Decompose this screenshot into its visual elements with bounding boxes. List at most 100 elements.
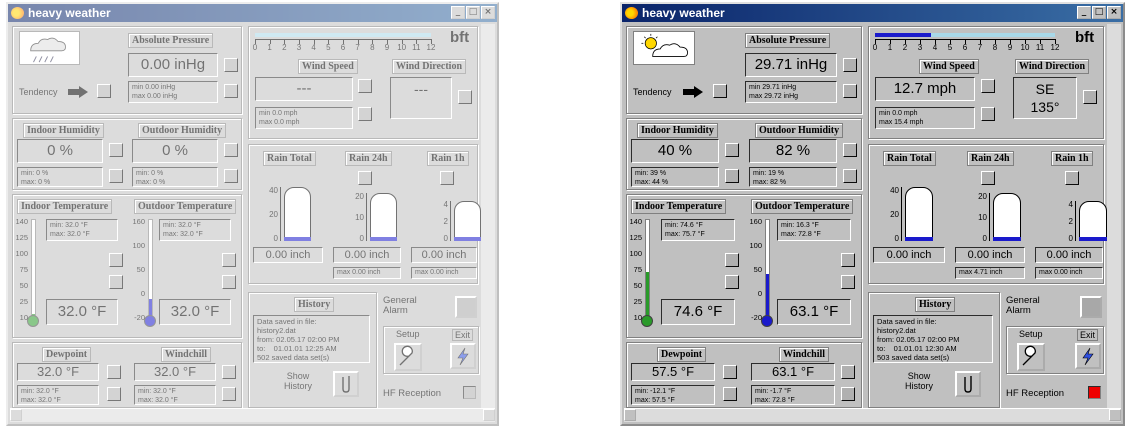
title-bar[interactable]: heavy weather _ □ × [8,4,497,22]
general-alarm-button[interactable] [455,296,477,318]
rain-1h-tick-label: 0 [1068,234,1073,243]
close-icon[interactable]: × [481,6,495,19]
outdoor-temp-tick-label: 160 [749,217,762,226]
rain-24h-max: max 4.71 inch [955,267,1025,279]
show-history-button[interactable] [333,371,359,397]
wind-panel: 0 1 2 3 4 5 6 7 8 9 10 11 12 bft Wind Speed Wind Direct… [868,26,1104,139]
wind-direction-alarm-button[interactable] [1083,90,1097,104]
rain-1h-alarm-button[interactable] [440,171,454,185]
indoor-temperature-alarm-button[interactable] [725,253,739,267]
exit-label: Exit [452,329,474,341]
rain-24h-gauge-fill [370,237,397,241]
wrench-icon [1022,345,1036,366]
scroll-left-arrow[interactable] [624,409,636,421]
history-line1: Data saved in file: [877,317,937,326]
pressure-alarm-button[interactable] [843,58,857,72]
indoor-humidity-alarm-button[interactable] [109,143,123,157]
bft-tick-label: 2 [282,43,287,52]
wind-speed-label: Wind Speed [298,59,358,74]
hf-reception-label: HF Reception [1006,388,1065,399]
dewpoint-minmax-button[interactable] [107,387,121,401]
bft-level-fill [875,33,931,37]
rain-24h-label: Rain 24h [345,151,392,166]
indoor-humidity-minmax-button[interactable] [725,169,739,183]
general-alarm-label: General Alarm [383,295,417,316]
window-controls: _ □ × [451,6,495,19]
maximize-icon[interactable]: □ [1092,6,1106,19]
indoor-humidity-minmax-button[interactable] [109,169,123,183]
maximize-icon[interactable]: □ [466,6,480,19]
rain-total-tick-label: 20 [890,210,899,219]
windchill-alarm-button[interactable] [841,365,855,379]
setup-button[interactable] [394,343,422,371]
bft-tick-label: 3 [296,43,302,52]
minimize-icon[interactable]: _ [451,6,465,19]
outdoor-humidity-alarm-button[interactable] [224,143,238,157]
vertical-scrollbar[interactable] [1107,24,1121,408]
windchill-minmax-button[interactable] [841,387,855,401]
wind-speed-min: min 0.0 mph [879,110,918,117]
indoor-temp-tick-label: 100 [15,249,28,258]
indoor-humidity-max: max: 0 % [21,179,51,186]
scroll-right-arrow[interactable] [1109,409,1121,421]
outdoor-humidity-min: min: 0 % [136,170,164,177]
wind-speed-value: --- [255,77,353,101]
general-alarm-button[interactable] [1080,296,1102,318]
rain-24h-alarm-button[interactable] [358,171,372,185]
indoor-temperature-minmax-button[interactable] [725,275,739,289]
dewpoint-alarm-button[interactable] [723,365,737,379]
outdoor-temperature-minmax-button[interactable] [841,275,855,289]
indoor-temperature-minmax-button[interactable] [109,275,123,289]
windchill-minmax-button[interactable] [222,387,236,401]
title-bar[interactable]: heavy weather _ □ × [622,4,1123,22]
outdoor-temperature-minmax-button[interactable] [222,275,236,289]
rain-1h-alarm-button[interactable] [1065,171,1079,185]
exit-button[interactable] [450,343,476,369]
indoor-humidity-alarm-button[interactable] [725,143,739,157]
bft-tick-label: 6 [962,43,968,52]
dewpoint-value: 57.5 °F [631,363,715,381]
bft-tick-label: 8 [370,43,375,52]
pressure-alarm-button[interactable] [224,58,238,72]
pressure-minmax-button[interactable] [843,84,857,98]
pressure-minmax-button[interactable] [224,84,238,98]
rain-1h-tick-label: 0 [443,234,448,243]
tendency-alarm-button[interactable] [713,84,727,98]
wind-direction-alarm-button[interactable] [458,90,472,104]
indoor-humidity-label: Indoor Humidity [637,123,718,138]
wind-speed-minmax-button[interactable] [981,107,995,121]
vertical-scrollbar[interactable] [481,24,495,408]
horizontal-scrollbar[interactable] [624,408,1121,422]
indoor-temperature-alarm-button[interactable] [109,253,123,267]
hf-reception-indicator [1088,386,1101,399]
minimize-icon[interactable]: _ [1077,6,1091,19]
pressure-panel: Absolute Pressure 0.00 inHg Tendency min 0.… [12,26,242,114]
outdoor-humidity-value: 82 % [749,139,837,163]
windchill-alarm-button[interactable] [222,365,236,379]
outdoor-humidity-minmax-button[interactable] [843,169,857,183]
rain-total-gauge-fill [284,237,311,241]
rain-24h-alarm-button[interactable] [981,171,995,185]
dewpoint-alarm-button[interactable] [107,365,121,379]
temperature-panel: Indoor Temperature Outdoor Temperature 140… [626,194,862,338]
scroll-left-arrow[interactable] [10,409,22,421]
heavy-weather-window-left: heavy weather _ □ × Absolute Pressure 0.00 in… [6,2,499,426]
tendency-arrow-icon [68,85,88,98]
wind-speed-alarm-button[interactable] [358,79,372,93]
bft-tick-label: 11 [412,43,421,52]
tendency-alarm-button[interactable] [97,84,111,98]
setup-button[interactable] [1017,343,1045,371]
outdoor-temperature-alarm-button[interactable] [841,253,855,267]
outdoor-humidity-minmax-button[interactable] [224,169,238,183]
humidity-panel: Indoor Humidity Outdoor Humidity 40 % 82 % m… [626,118,862,190]
close-icon[interactable]: × [1107,6,1121,19]
scroll-right-arrow[interactable] [483,409,495,421]
wind-speed-minmax-button[interactable] [358,107,372,121]
dewpoint-minmax-button[interactable] [723,387,737,401]
wind-speed-alarm-button[interactable] [981,79,995,93]
show-history-button[interactable] [955,371,981,397]
outdoor-humidity-alarm-button[interactable] [843,143,857,157]
outdoor-temperature-alarm-button[interactable] [222,253,236,267]
exit-button[interactable] [1075,343,1101,369]
horizontal-scrollbar[interactable] [10,408,495,422]
